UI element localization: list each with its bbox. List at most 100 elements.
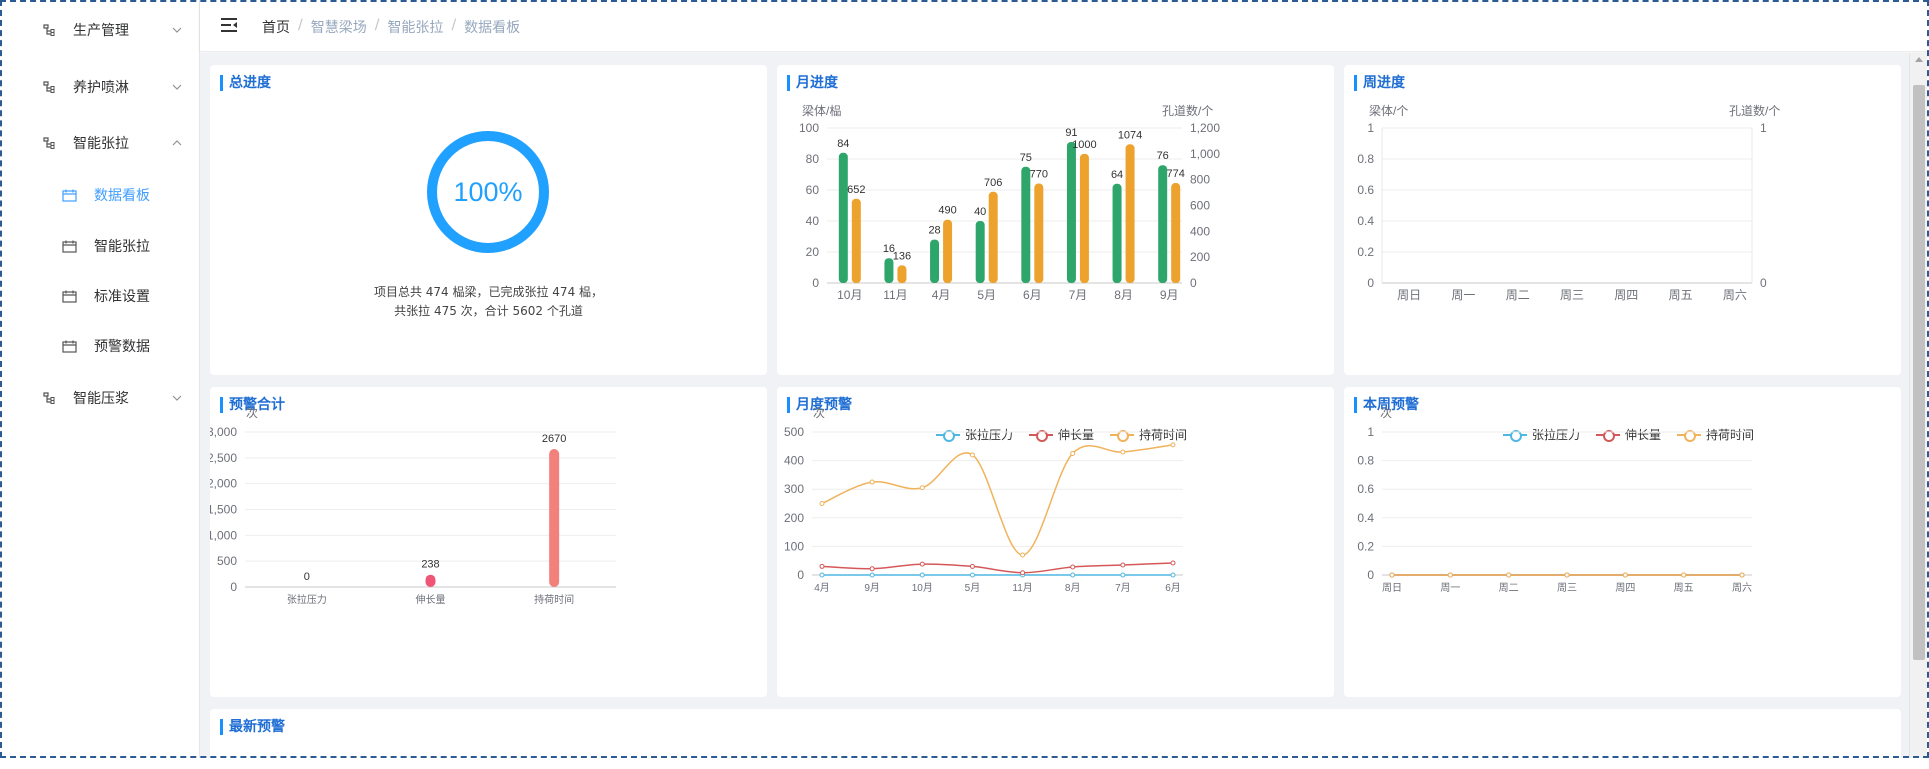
data-point bbox=[819, 572, 825, 578]
sidebar-item-production[interactable]: 生产管理 bbox=[0, 10, 200, 50]
data-point bbox=[1020, 570, 1026, 576]
bar bbox=[838, 152, 848, 283]
x-tick-label: 周二 bbox=[1499, 582, 1519, 594]
y-axis-label: 次 bbox=[246, 406, 258, 420]
month-progress-card: 月进度 梁体/榀 孔道数/个 0 20 40 60 80 100 0 200 400 600 800 1,… bbox=[777, 65, 1334, 375]
x-tick-label: 周四 bbox=[1614, 288, 1638, 302]
x-tick-label: 6月 bbox=[1023, 288, 1042, 302]
month-progress-chart: 梁体/榀 孔道数/个02040608010002004006008001,0001… bbox=[799, 103, 1220, 302]
total-progress-card: 总进度 100% 项目总共 474 榀梁，已完成张拉 474 榀， 共张拉 47… bbox=[210, 65, 767, 375]
bar bbox=[897, 265, 907, 283]
breadcrumb-item: 智慧梁场 bbox=[310, 20, 367, 36]
y-tick-label: 500 bbox=[784, 425, 804, 439]
sidebar-subitem-warning-data[interactable]: 预警数据 bbox=[0, 326, 200, 366]
y-tick-label: 2,500 bbox=[210, 451, 237, 465]
x-tick-label: 4月 bbox=[932, 288, 951, 302]
bar bbox=[1066, 141, 1076, 283]
series-line bbox=[821, 444, 1174, 556]
data-point bbox=[1170, 572, 1176, 578]
x-tick-label: 7月 bbox=[1069, 288, 1088, 302]
sidebar-subitem-standards[interactable]: 标准设置 bbox=[0, 276, 200, 316]
x-tick-label: 周二 bbox=[1506, 288, 1530, 302]
y-tick-label: 0.6 bbox=[1357, 482, 1374, 496]
warning-total-chart: 次 0 500 1,000 1,500 2,000 2,500 3,000 张拉压力 伸长量 持荷时… bbox=[210, 406, 616, 606]
y-tick-label: 100 bbox=[799, 121, 819, 135]
chevron-down-icon bbox=[172, 27, 182, 33]
data-point bbox=[919, 485, 925, 491]
y-tick-label: 500 bbox=[217, 554, 237, 568]
bar bbox=[1125, 144, 1135, 283]
data-point bbox=[869, 572, 875, 578]
x-tick-label: 6月 bbox=[1165, 582, 1181, 594]
sidebar-item-label: 生产管理 bbox=[73, 23, 129, 39]
y-tick-label: 0 bbox=[1367, 568, 1374, 582]
data-point bbox=[869, 566, 875, 572]
week-warning-card: 本周预警 张拉压力 伸长量 持荷时间 次 0 0.2 0.4 0.6 0.8 1 周日 周一 周二… bbox=[1344, 387, 1901, 697]
sidebar-item-label: 养护喷淋 bbox=[73, 80, 129, 96]
breadcrumb-separator: / bbox=[374, 17, 380, 33]
y-tick-label: 0 bbox=[812, 276, 819, 290]
y-tick-label: 400 bbox=[784, 454, 804, 468]
bar-value-label: 84 bbox=[837, 138, 849, 150]
chevron-up-icon bbox=[172, 140, 182, 146]
sidebar-subitem-dashboard[interactable]: 数据看板 bbox=[0, 175, 200, 215]
breadcrumb-current: 数据看板 bbox=[464, 20, 521, 36]
monthly-warning-card: 月度预警 张拉压力 伸长量 持荷时间 次 0 100 200 300 400 500 4月 9月… bbox=[777, 387, 1334, 697]
progress-ring-track bbox=[427, 131, 549, 253]
scroll-thumb[interactable] bbox=[1913, 85, 1925, 660]
bar-value-label: 2670 bbox=[542, 433, 566, 445]
x-tick-label: 5月 bbox=[965, 582, 981, 594]
bar-value-label: 490 bbox=[938, 205, 956, 217]
y-tick-label: 2,000 bbox=[210, 477, 237, 491]
y-tick-label: 0 bbox=[797, 568, 804, 582]
bar bbox=[975, 221, 985, 283]
sidebar: 生产管理 养护喷淋 智能张拉 数据看板 智能张拉 标准设置 预警数据 智能压浆 bbox=[0, 0, 200, 758]
bar bbox=[943, 219, 953, 283]
data-point bbox=[1070, 564, 1076, 570]
x-tick-label: 4月 bbox=[814, 582, 830, 594]
sidebar-item-label: 智能张拉 bbox=[73, 136, 129, 152]
x-tick-label: 周六 bbox=[1732, 582, 1752, 594]
bar-value-label: 706 bbox=[984, 177, 1002, 189]
data-point bbox=[1020, 552, 1026, 558]
bar-value-label: 64 bbox=[1111, 169, 1123, 181]
data-point bbox=[1070, 450, 1076, 456]
y-tick-label: 1,000 bbox=[210, 528, 237, 542]
sidebar-subitem-tension[interactable]: 智能张拉 bbox=[0, 226, 200, 266]
bar bbox=[851, 198, 861, 283]
menu-toggle-icon[interactable] bbox=[220, 17, 238, 33]
bar-value-label: 40 bbox=[974, 206, 986, 218]
y-tick-label: 300 bbox=[784, 482, 804, 496]
data-point bbox=[1564, 572, 1570, 578]
scroll-up-arrow-icon[interactable] bbox=[1915, 57, 1923, 62]
sidebar-subitem-label: 数据看板 bbox=[94, 188, 150, 204]
y-tick-label: 80 bbox=[806, 152, 820, 166]
bar bbox=[1112, 183, 1122, 283]
breadcrumb: 首页 / 智慧梁场 / 智能张拉 / 数据看板 bbox=[262, 17, 520, 37]
sidebar-item-tension[interactable]: 智能张拉 bbox=[0, 123, 200, 163]
y2-axis-label: 孔道数/个 bbox=[1162, 103, 1213, 118]
sidebar-item-grouting[interactable]: 智能压浆 bbox=[0, 378, 200, 418]
week-progress-card: 周进度 梁体/个 孔道数/个 0 0.2 0.4 0.6 0.8 1 0 1 周日 周一 周二 周三 周四周… bbox=[1344, 65, 1901, 375]
bar-value-label: 774 bbox=[1167, 168, 1185, 180]
x-tick-label: 8月 bbox=[1065, 582, 1081, 594]
sidebar-subitem-label: 标准设置 bbox=[94, 289, 150, 305]
breadcrumb-home[interactable]: 首页 bbox=[262, 17, 290, 37]
bar-value-label: 0 bbox=[304, 571, 310, 583]
y-tick-label: 0 bbox=[230, 580, 237, 594]
breadcrumb-separator: / bbox=[298, 17, 303, 33]
data-point bbox=[1070, 572, 1076, 578]
sidebar-item-curing[interactable]: 养护喷淋 bbox=[0, 67, 200, 107]
y2-tick-label: 1 bbox=[1760, 121, 1767, 135]
calendar-icon bbox=[62, 189, 77, 202]
y2-tick-label: 200 bbox=[1190, 250, 1210, 264]
x-tick-label: 周三 bbox=[1560, 288, 1584, 302]
vertical-scrollbar[interactable] bbox=[1909, 53, 1927, 758]
x-tick-label: 张拉压力 bbox=[287, 593, 327, 606]
y-tick-label: 100 bbox=[784, 539, 804, 553]
x-tick-label: 9月 bbox=[864, 582, 880, 594]
week-warning-chart: 次 0 0.2 0.4 0.6 0.8 1 周日 周一 周二 周三 周四 周五 周六 bbox=[1357, 406, 1752, 594]
x-tick-label: 9月 bbox=[1160, 288, 1179, 302]
x-tick-label: 周三 bbox=[1557, 582, 1577, 594]
data-point bbox=[1120, 562, 1126, 568]
